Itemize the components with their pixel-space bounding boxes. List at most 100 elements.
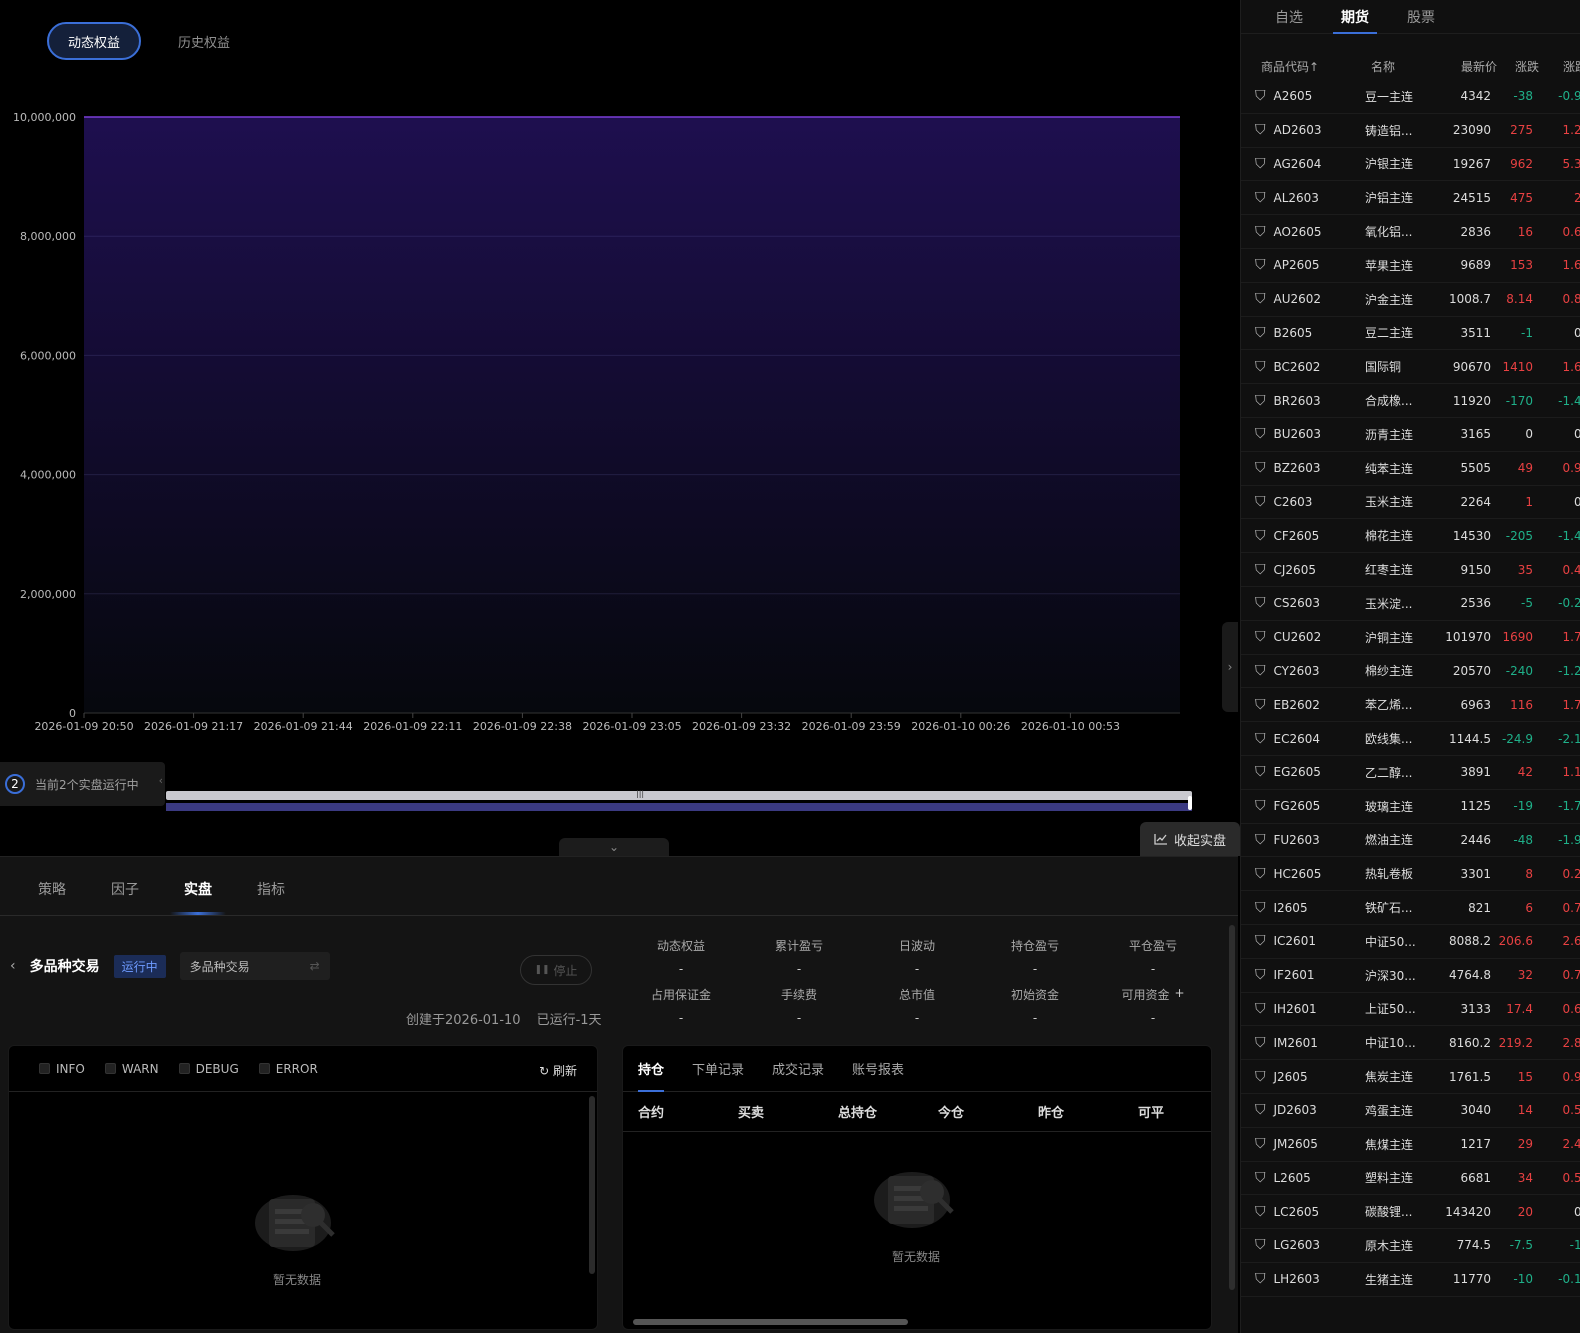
bookmark-icon[interactable]: ⛉ <box>1255 494 1266 510</box>
bookmark-icon[interactable]: ⛉ <box>1255 1271 1266 1287</box>
quote-row[interactable]: ⛉ AO2605 氧化铝... 2836 16 0.6% <box>1241 215 1580 249</box>
chevron-right-icon[interactable]: › <box>1222 622 1238 712</box>
bookmark-icon[interactable]: ⛉ <box>1255 325 1266 341</box>
tab-watchlist[interactable]: 自选 <box>1275 0 1303 34</box>
quote-row[interactable]: ⛉ BZ2603 纯苯主连 5505 49 0.9% <box>1241 452 1580 486</box>
quote-row[interactable]: ⛉ LG2603 原木主连 774.5 -7.5 -1% <box>1241 1229 1580 1263</box>
tab-account-report[interactable]: 账号报表 <box>852 1046 904 1092</box>
bookmark-icon[interactable]: ⛉ <box>1255 933 1266 949</box>
quote-row[interactable]: ⛉ BU2603 沥青主连 3165 0 0% <box>1241 418 1580 452</box>
quote-row[interactable]: ⛉ LC2605 碳酸锂... 143420 20 0% <box>1241 1195 1580 1230</box>
quote-row[interactable]: ⛉ EG2605 乙二醇... 3891 42 1.1% <box>1241 756 1580 790</box>
bookmark-icon[interactable]: ⛉ <box>1255 359 1266 375</box>
quote-row[interactable]: ⛉ AL2603 沪铝主连 24515 475 2% <box>1241 181 1580 216</box>
running-indicator[interactable]: 2 当前2个实盘运行中 ‹ <box>0 762 165 806</box>
quote-row[interactable]: ⛉ AP2605 苹果主连 9689 153 1.6% <box>1241 249 1580 283</box>
filter-error[interactable]: ERROR <box>258 1062 318 1076</box>
checkbox[interactable] <box>178 1063 190 1074</box>
bookmark-icon[interactable]: ⛉ <box>1255 460 1266 476</box>
filter-warn[interactable]: WARN <box>104 1062 159 1076</box>
quote-row[interactable]: ⛉ IC2601 中证50... 8088.2 206.6 2.6% <box>1241 925 1580 959</box>
tab-dynamic-equity[interactable]: 动态权益 <box>47 22 142 60</box>
tab-live[interactable]: 实盘 <box>170 879 226 915</box>
quote-row[interactable]: ⛉ L2605 塑料主连 6681 34 0.5% <box>1241 1162 1580 1196</box>
bookmark-icon[interactable]: ⛉ <box>1255 1001 1266 1017</box>
quote-row[interactable]: ⛉ I2605 铁矿石... 821 6 0.7% <box>1241 891 1580 925</box>
checkbox[interactable] <box>39 1063 50 1074</box>
plus-icon[interactable]: + <box>1174 986 1184 1003</box>
quote-row[interactable]: ⛉ A2605 豆一主连 4342 -38 -0.9% <box>1241 80 1580 114</box>
tab-history-equity[interactable]: 历史权益 <box>159 22 249 60</box>
tab-orders[interactable]: 下单记录 <box>692 1046 744 1092</box>
bookmark-icon[interactable]: ⛉ <box>1255 1102 1266 1118</box>
bookmark-icon[interactable]: ⛉ <box>1255 291 1266 307</box>
quote-row[interactable]: ⛉ CU2602 沪铜主连 101970 1690 1.7% <box>1241 621 1580 655</box>
bookmark-icon[interactable]: ⛉ <box>1255 595 1266 611</box>
tab-positions[interactable]: 持仓 <box>638 1046 665 1092</box>
bookmark-icon[interactable]: ⛉ <box>1255 1204 1266 1220</box>
bookmark-icon[interactable]: ⛉ <box>1255 88 1266 104</box>
bookmark-icon[interactable]: ⛉ <box>1255 967 1266 983</box>
checkbox[interactable] <box>258 1063 270 1074</box>
quote-row[interactable]: ⛉ CY2603 棉纱主连 20570 -240 -1.2% <box>1241 655 1580 689</box>
quote-row[interactable]: ⛉ IH2601 上证50... 3133 17.4 0.6% <box>1241 993 1580 1027</box>
bookmark-icon[interactable]: ⛉ <box>1255 156 1266 172</box>
zoom-slider-track[interactable] <box>166 791 1192 800</box>
tab-indicator[interactable]: 指标 <box>257 879 285 915</box>
bookmark-icon[interactable]: ⛉ <box>1255 1069 1266 1085</box>
bookmark-icon[interactable]: ⛉ <box>1255 122 1266 138</box>
quote-row[interactable]: ⛉ IF2601 沪深30... 4764.8 32 0.7% <box>1241 959 1580 993</box>
tab-futures[interactable]: 期货 <box>1333 0 1377 34</box>
collapse-live-button[interactable]: 收起实盘 <box>1140 822 1240 856</box>
bottom-panel-scrollbar[interactable] <box>1229 925 1235 1290</box>
bookmark-icon[interactable]: ⛉ <box>1255 900 1266 916</box>
back-chevron-icon[interactable]: ‹ <box>10 958 16 974</box>
quote-row[interactable]: ⛉ C2603 玉米主连 2264 1 0% <box>1241 486 1580 520</box>
bookmark-icon[interactable]: ⛉ <box>1255 629 1266 645</box>
quote-row[interactable]: ⛉ AD2603 铸造铝... 23090 275 1.2% <box>1241 114 1580 148</box>
quote-row[interactable]: ⛉ CF2605 棉花主连 14530 -205 -1.4% <box>1241 519 1580 554</box>
quote-row[interactable]: ⛉ JM2605 焦煤主连 1217 29 2.4% <box>1241 1128 1580 1162</box>
bookmark-icon[interactable]: ⛉ <box>1255 798 1266 814</box>
chevron-left-icon[interactable]: ‹ <box>159 774 163 787</box>
quote-row[interactable]: ⛉ JD2603 鸡蛋主连 3040 14 0.5% <box>1241 1094 1580 1128</box>
quote-row[interactable]: ⛉ IM2601 中证10... 8160.2 219.2 2.8% <box>1241 1026 1580 1061</box>
chevron-down-icon[interactable]: ⌄ <box>559 838 669 856</box>
bookmark-icon[interactable]: ⛉ <box>1255 866 1266 882</box>
quote-row[interactable]: ⛉ B2605 豆二主连 3511 -1 0% <box>1241 317 1580 351</box>
col-change[interactable]: 涨跌 <box>1497 58 1539 75</box>
bookmark-icon[interactable]: ⛉ <box>1255 1170 1266 1186</box>
col-name[interactable]: 名称 <box>1371 58 1433 75</box>
bookmark-icon[interactable]: ⛉ <box>1255 1136 1266 1152</box>
col-code[interactable]: 商品代码↑ <box>1261 58 1371 75</box>
filter-debug[interactable]: DEBUG <box>178 1062 239 1076</box>
tab-factor[interactable]: 因子 <box>111 879 139 915</box>
bookmark-icon[interactable]: ⛉ <box>1255 190 1266 206</box>
bookmark-icon[interactable]: ⛉ <box>1255 663 1266 679</box>
bookmark-icon[interactable]: ⛉ <box>1255 832 1266 848</box>
bookmark-icon[interactable]: ⛉ <box>1255 224 1266 240</box>
bookmark-icon[interactable]: ⛉ <box>1255 1035 1266 1051</box>
bookmark-icon[interactable]: ⛉ <box>1255 257 1266 273</box>
col-price[interactable]: 最新价 <box>1433 58 1497 75</box>
quote-row[interactable]: ⛉ CJ2605 红枣主连 9150 35 0.4% <box>1241 553 1580 587</box>
quote-row[interactable]: ⛉ AU2602 沪金主连 1008.7 8.14 0.8% <box>1241 283 1580 317</box>
quote-row[interactable]: ⛉ LH2603 生猪主连 11770 -10 -0.1% <box>1241 1263 1580 1297</box>
quote-row[interactable]: ⛉ EB2602 苯乙烯... 6963 116 1.7% <box>1241 688 1580 723</box>
zoom-slider-handle[interactable] <box>1188 796 1192 810</box>
bookmark-icon[interactable]: ⛉ <box>1255 393 1266 409</box>
quote-row[interactable]: ⛉ BC2602 国际铜 90670 1410 1.6% <box>1241 350 1580 385</box>
bookmark-icon[interactable]: ⛉ <box>1255 562 1266 578</box>
log-scrollbar[interactable] <box>589 1096 595 1274</box>
quote-row[interactable]: ⛉ J2605 焦炭主连 1761.5 15 0.9% <box>1241 1060 1580 1094</box>
bookmark-icon[interactable]: ⛉ <box>1255 426 1266 442</box>
tab-fills[interactable]: 成交记录 <box>772 1046 824 1092</box>
strategy-select[interactable]: 多品种交易 ⇄ <box>179 952 330 980</box>
bookmark-icon[interactable]: ⛉ <box>1255 1237 1266 1253</box>
filter-info[interactable]: INFO <box>39 1062 85 1076</box>
quote-row[interactable]: ⛉ CS2603 玉米淀... 2536 -5 -0.2% <box>1241 587 1580 621</box>
checkbox[interactable] <box>104 1063 116 1074</box>
tab-strategy[interactable]: 策略 <box>38 879 66 915</box>
quote-row[interactable]: ⛉ HC2605 热轧卷板 3301 8 0.2% <box>1241 857 1580 892</box>
drag-grip-icon[interactable]: ||| <box>636 789 644 798</box>
